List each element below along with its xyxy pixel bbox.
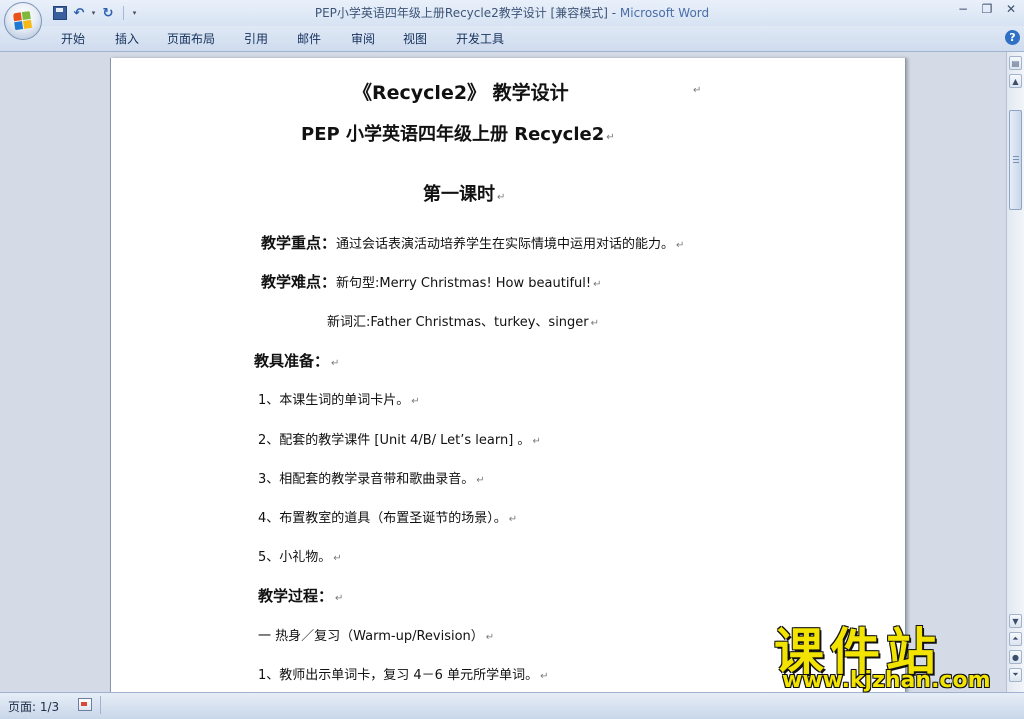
- paragraph-mark: ↵: [497, 192, 506, 203]
- proofing-status-icon[interactable]: [78, 698, 92, 711]
- list-item-text: 4、布置教室的道具（布置圣诞节的场景）。: [258, 511, 507, 526]
- paragraph-mark: ↵: [593, 279, 602, 290]
- scrollbar-thumb[interactable]: [1009, 110, 1022, 210]
- list-item: 1、本课生词的单词卡片。 ↵: [258, 389, 420, 408]
- list-item: 3、相配套的教学录音带和歌曲录音。 ↵: [258, 468, 485, 487]
- teaching-focus-paragraph: 教学重点：通过会话表演活动培养学生在实际情境中运用对话的能力。 ↵: [261, 232, 684, 253]
- tab-mailings[interactable]: 邮件: [297, 30, 321, 47]
- grip-line: [1013, 162, 1019, 163]
- tab-page-layout[interactable]: 页面布局: [167, 30, 215, 47]
- document-title-text: 《Recycle2》 教学设计: [353, 82, 569, 104]
- arrow-down-icon: ▼: [1012, 616, 1019, 626]
- paragraph-mark: ↵: [540, 671, 549, 682]
- minimize-button[interactable]: −: [952, 0, 974, 18]
- previous-page-button[interactable]: ⏶: [1009, 632, 1022, 646]
- scroll-down-button[interactable]: ▼: [1009, 614, 1022, 628]
- paragraph-mark: ↵: [485, 632, 495, 643]
- teaching-aids-heading: 教具准备： ↵: [254, 350, 339, 371]
- new-words-text: 新词汇:Father Christmas、turkey、singer: [327, 315, 589, 330]
- list-item-text: 2、配套的教学课件 [Unit 4/B/ Let’s learn] 。: [258, 433, 531, 448]
- status-divider: [100, 696, 101, 714]
- paragraph-mark: ↵: [676, 240, 685, 251]
- app-name: Microsoft Word: [619, 6, 710, 20]
- document-name: PEP小学英语四年级上册Recycle2教学设计 [兼容模式] -: [314, 6, 620, 20]
- paragraph-mark: ↵: [590, 318, 600, 329]
- paragraph-mark: ↵: [532, 436, 541, 447]
- watermark: 课件站 www.kjzhan.com: [770, 612, 1010, 693]
- tab-home[interactable]: 开始: [61, 30, 85, 47]
- double-up-arrow-icon: ⏶: [1012, 634, 1019, 643]
- select-browse-object-button[interactable]: ●: [1009, 650, 1022, 664]
- vertical-scrollbar[interactable]: ▤ ▲ ▼ ⏶ ● ⏷: [1006, 52, 1024, 692]
- teaching-difficulty-label: 教学难点：: [261, 273, 337, 291]
- office-button[interactable]: [4, 2, 42, 40]
- document-title: 《Recycle2》 教学设计: [353, 78, 569, 105]
- document-subtitle: PEP 小学英语四年级上册 Recycle2 ↵: [301, 120, 615, 146]
- teaching-process-label: 教学过程：: [258, 587, 334, 605]
- teaching-process-heading: 教学过程： ↵: [258, 585, 343, 606]
- close-button[interactable]: ✕: [1000, 0, 1022, 18]
- double-down-arrow-icon: ⏷: [1012, 670, 1019, 679]
- list-item-text: 1、本课生词的单词卡片。: [258, 393, 410, 408]
- grip-line: [1013, 156, 1019, 157]
- tab-references[interactable]: 引用: [244, 30, 268, 47]
- teaching-focus-label: 教学重点：: [261, 234, 337, 252]
- scroll-up-button[interactable]: ▲: [1009, 74, 1022, 88]
- page-count-indicator[interactable]: 页面: 1/3: [8, 698, 59, 715]
- section-heading: 第一课时 ↵: [423, 180, 505, 206]
- paragraph-mark: ↵: [476, 475, 485, 486]
- status-bar: 页面: 1/3: [0, 692, 1024, 719]
- tab-insert[interactable]: 插入: [115, 30, 139, 47]
- grip-line: [1013, 159, 1019, 160]
- list-item: 一 热身／复习（Warm-up/Revision） ↵: [258, 625, 494, 644]
- office-logo-icon: [12, 10, 34, 32]
- tab-view[interactable]: 视图: [403, 30, 427, 47]
- paragraph-mark: ↵: [508, 514, 518, 525]
- paragraph-mark: ↵: [331, 358, 340, 369]
- list-item: 5、小礼物。 ↵: [258, 546, 342, 565]
- window-title: PEP小学英语四年级上册Recycle2教学设计 [兼容模式] - Micros…: [0, 0, 1024, 26]
- next-page-button[interactable]: ⏷: [1009, 668, 1022, 682]
- list-item: 1、教师出示单词卡，复习 4－6 单元所学单词。 ↵: [258, 664, 548, 683]
- tab-review[interactable]: 审阅: [351, 30, 375, 47]
- help-button[interactable]: ?: [1005, 30, 1020, 45]
- list-item: 4、布置教室的道具（布置圣诞节的场景）。 ↵: [258, 507, 517, 526]
- document-workspace[interactable]: 《Recycle2》 教学设计 ↵ PEP 小学英语四年级上册 Recycle2…: [0, 52, 1006, 692]
- paragraph-mark: ↵: [333, 553, 342, 564]
- teaching-aids-label: 教具准备：: [254, 352, 330, 370]
- title-bar: ↶ ▾ ↻ ▾ PEP小学英语四年级上册Recycle2教学设计 [兼容模式] …: [0, 0, 1024, 26]
- restore-button[interactable]: ❐: [976, 0, 998, 18]
- watermark-url: www.kjzhan.com: [782, 668, 991, 693]
- list-item: 2、配套的教学课件 [Unit 4/B/ Let’s learn] 。 ↵: [258, 429, 541, 448]
- list-item-text: 1、教师出示单词卡，复习 4－6 单元所学单词。: [258, 668, 539, 683]
- paragraph-mark: ↵: [335, 593, 344, 604]
- list-item-text: 一 热身／复习（Warm-up/Revision）: [258, 629, 484, 644]
- ribbon-tabs: 开始 插入 页面布局 引用 邮件 审阅 视图 开发工具 ?: [0, 26, 1024, 52]
- tab-developer[interactable]: 开发工具: [456, 30, 504, 47]
- ruler-icon: ▤: [1011, 58, 1020, 68]
- paragraph-mark: ↵: [606, 132, 615, 143]
- teaching-difficulty-text: 新句型:Merry Christmas! How beautiful!: [336, 276, 592, 291]
- new-words-paragraph: 新词汇:Father Christmas、turkey、singer ↵: [327, 311, 599, 330]
- view-ruler-button[interactable]: ▤: [1009, 56, 1022, 70]
- teaching-focus-text: 通过会话表演活动培养学生在实际情境中运用对话的能力。: [336, 237, 675, 252]
- arrow-up-icon: ▲: [1012, 76, 1019, 86]
- paragraph-mark: ↵: [411, 396, 420, 407]
- document-page[interactable]: 《Recycle2》 教学设计 ↵ PEP 小学英语四年级上册 Recycle2…: [110, 58, 906, 692]
- document-subtitle-text: PEP 小学英语四年级上册 Recycle2: [301, 124, 605, 145]
- teaching-difficulty-paragraph: 教学难点：新句型:Merry Christmas! How beautiful!…: [261, 271, 601, 292]
- browse-circle-icon: ●: [1012, 652, 1019, 662]
- list-item-text: 5、小礼物。: [258, 550, 332, 565]
- section-heading-text: 第一课时: [423, 184, 495, 205]
- list-item-text: 3、相配套的教学录音带和歌曲录音。: [258, 472, 475, 487]
- paragraph-mark: ↵: [693, 85, 702, 96]
